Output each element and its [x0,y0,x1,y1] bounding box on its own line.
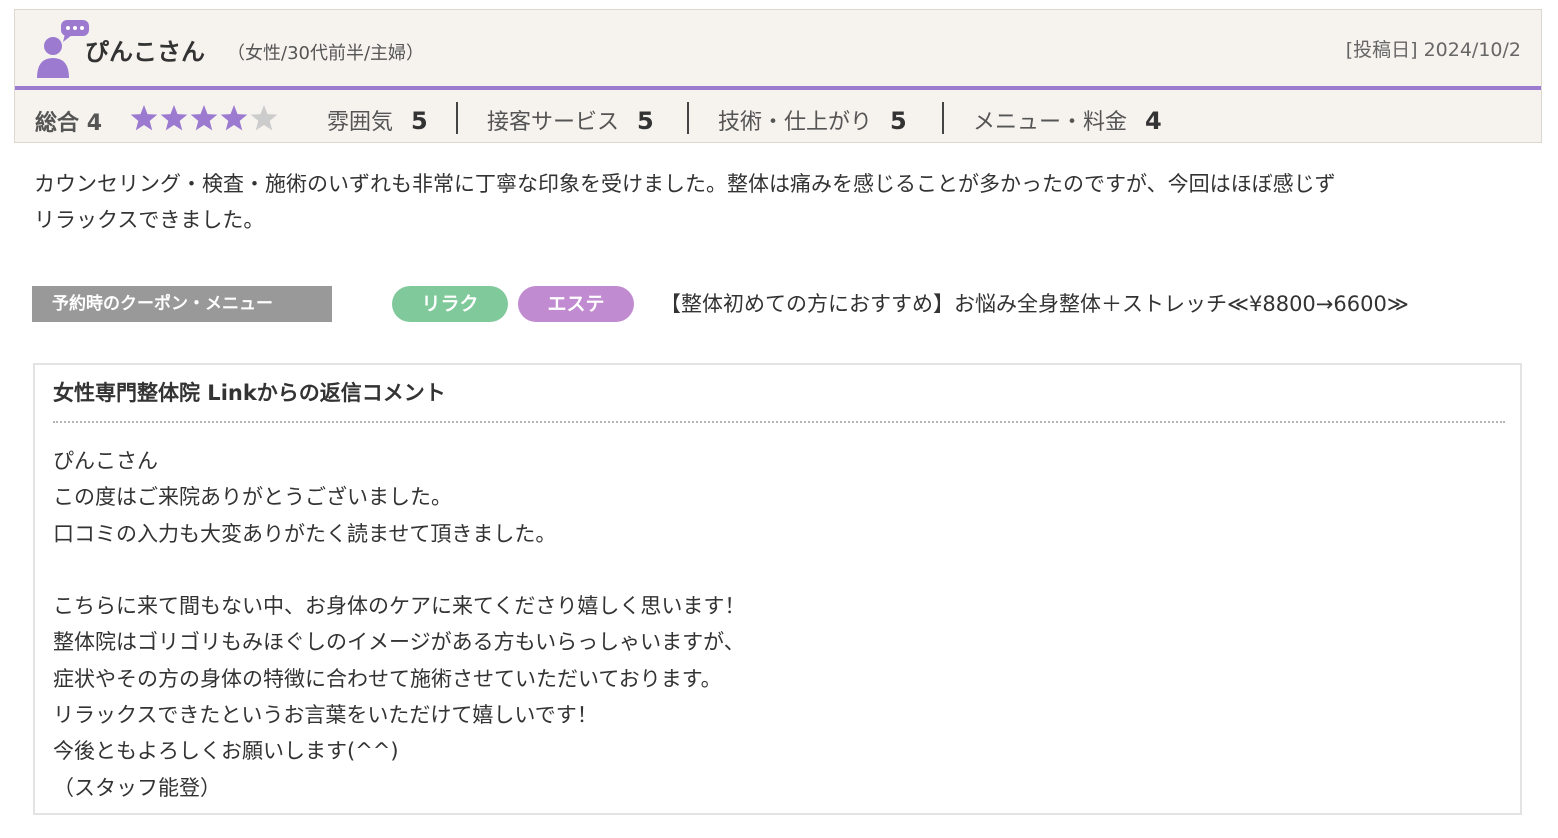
post-date: [投稿日] 2024/10/2 [1345,39,1521,61]
reply-divider [53,421,1505,423]
rating-technique: 技術・仕上がり 5 [718,104,907,135]
overall-rating: 総合 4 [35,105,102,137]
reply-line: 症状やその方の身体の特徴に合わせて施術させていただいております。 [53,666,722,691]
overall-value: 4 [86,111,102,136]
reply-title: 女性専門整体院 Linkからの返信コメント [53,381,446,405]
rating-separator [687,102,689,134]
reply-line: こちらに来て間もない中、お身体のケアに来てくださり嬉しく思います！ [53,594,746,619]
rating-label: 接客サービス [487,110,620,135]
review-text: カウンセリング・検査・施術のいずれも非常に丁寧な印象を受けました。整体は痛みを感… [34,166,1534,238]
review-line: カウンセリング・検査・施術のいずれも非常に丁寧な印象を受けました。整体は痛みを感… [34,172,1336,196]
reply-line: 整体院はゴリゴリもみほぐしのイメージがある方もいらっしゃいますが、 [53,630,745,655]
coupon-label: 予約時のクーポン・メニュー [32,286,332,322]
reply-line [53,552,745,588]
rating-service: 接客サービス 5 [487,104,654,135]
reply-line: この度はご来院ありがとうございました。 [53,485,452,510]
rating-value: 5 [637,107,654,135]
rating-separator [942,102,944,134]
reply-body: ぴんこさん この度はご来院ありがとうございました。 口コミの入力も大変ありがたく… [53,443,745,806]
tag-relax[interactable]: リラク [392,286,508,322]
star-icon [190,105,218,131]
reviewer-name: ぴんこさん [85,38,205,66]
rating-separator [456,102,458,134]
star-icon [130,105,158,131]
rating-label: 技術・仕上がり [718,110,873,135]
reviewer-info: ぴんこさん （女性/30代前半/主婦） [投稿日] 2024/10/2 [15,10,1541,88]
rating-value: 5 [411,107,428,135]
reply-line: 今後ともよろしくお願いします(^^) [53,739,399,764]
rating-value: 5 [890,107,907,135]
star-rating [129,104,279,132]
rating-label: メニュー・料金 [973,110,1128,135]
reply-line: 口コミの入力も大変ありがたく読ませて頂きました。 [53,521,557,546]
review-line: リラックスできました。 [34,208,265,232]
reply-line: （スタッフ能登） [53,775,221,800]
coupon-menu-text: 【整体初めての方におすすめ】お悩み全身整体＋ストレッチ≪¥8800→6600≫ [660,292,1409,316]
tag-esthe[interactable]: エステ [518,286,634,322]
stars-graphic [130,105,278,131]
reply-line: ぴんこさん [53,449,158,473]
overall-label: 総合 [35,111,80,136]
star-icon [220,105,248,131]
star-icon [250,105,278,131]
reply-line: リラックスできたというお言葉をいただけて嬉しいです！ [53,703,598,728]
rating-label: 雰囲気 [327,110,394,135]
reply-comment-box: 女性専門整体院 Linkからの返信コメント ぴんこさん この度はご来院ありがとう… [33,363,1522,815]
reviewer-attributes: （女性/30代前半/主婦） [227,43,425,64]
rating-menu-price: メニュー・料金 4 [973,104,1162,135]
rating-value: 4 [1145,107,1162,135]
star-icon [160,105,188,131]
rating-atmosphere: 雰囲気 5 [327,104,428,135]
review-header: ぴんこさん （女性/30代前半/主婦） [投稿日] 2024/10/2 総合 4… [14,9,1542,143]
ratings-row: 総合 4 雰囲気 5 接客サービス 5 技術・仕上がり 5 メニュー・料金 4 [15,90,1541,144]
